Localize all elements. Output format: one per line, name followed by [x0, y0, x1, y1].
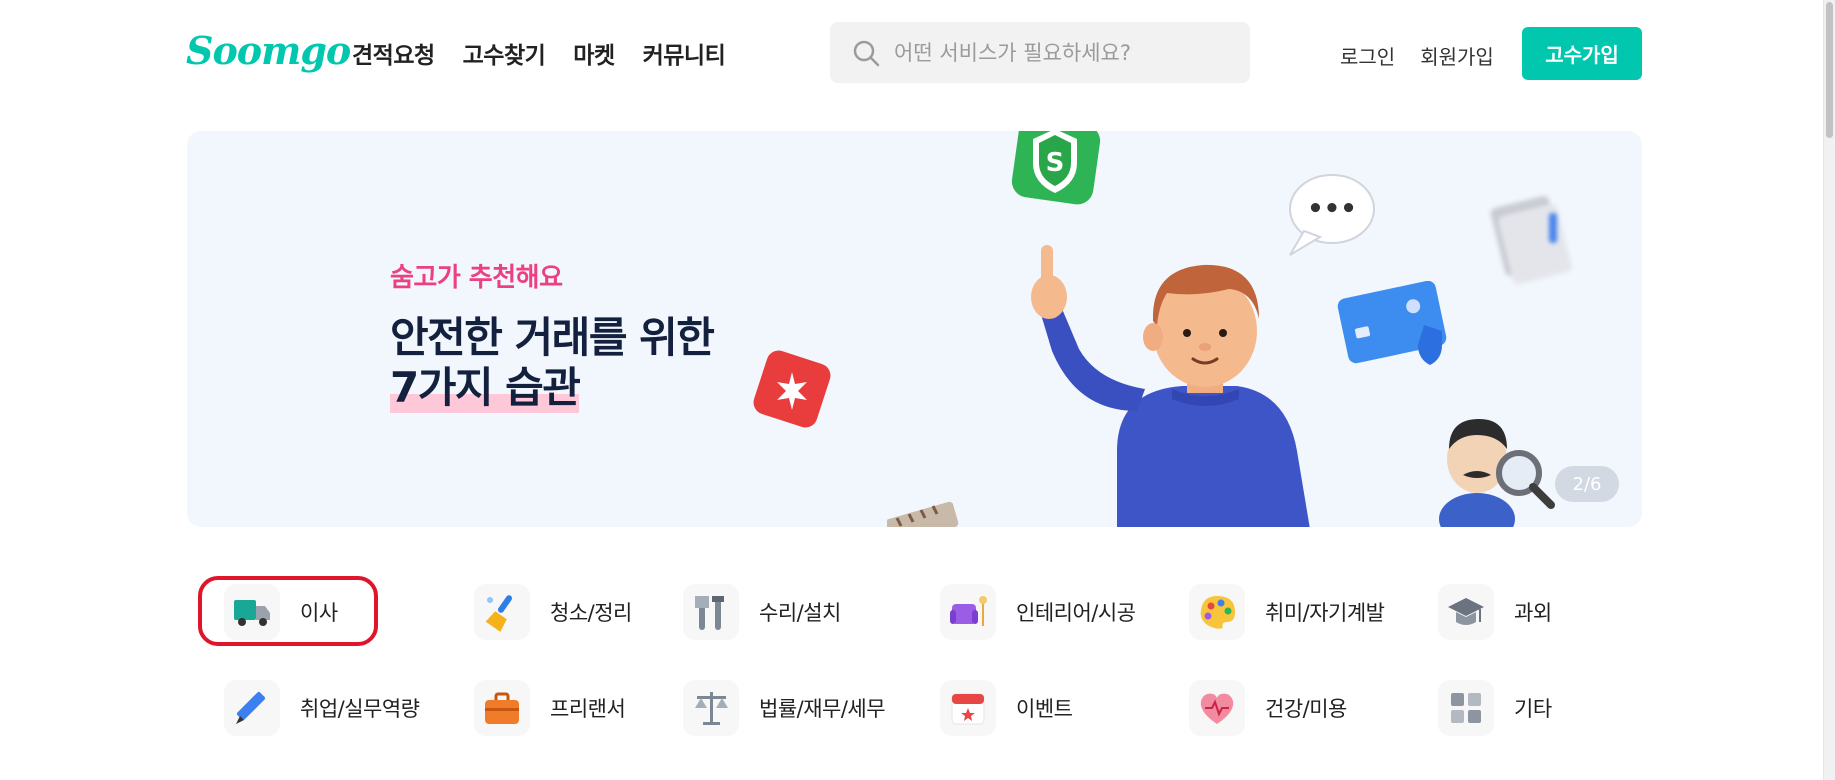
event-calendar-icon	[940, 680, 996, 736]
interior-sofa-icon	[940, 584, 996, 640]
search-input[interactable]	[894, 40, 1224, 65]
site-header: Soomgo 견적요청 고수찾기 마켓 커뮤니티 로그인 회원가입 고수가입	[0, 0, 1823, 110]
category-label: 건강/미용	[1265, 697, 1347, 721]
category-cleaning[interactable]: 청소/정리	[474, 584, 632, 640]
category-label: 법률/재무/세무	[759, 697, 886, 721]
hobby-palette-icon	[1189, 584, 1245, 640]
search-box[interactable]	[830, 22, 1250, 83]
legal-scale-icon	[683, 680, 739, 736]
repair-tools-icon	[683, 584, 739, 640]
main-nav: 견적요청 고수찾기 마켓 커뮤니티	[352, 36, 726, 70]
banner-title-line1: 안전한 거래를 위한	[390, 313, 715, 362]
page-scrollbar[interactable]	[1823, 0, 1835, 780]
nav-market[interactable]: 마켓	[573, 36, 615, 70]
search-icon	[853, 40, 880, 66]
nav-quote-request[interactable]: 견적요청	[352, 36, 435, 70]
pro-signup-button[interactable]: 고수가입	[1522, 27, 1642, 80]
category-hobby[interactable]: 취미/자기계발	[1189, 584, 1385, 640]
highlight-circle	[198, 576, 378, 646]
category-health[interactable]: 건강/미용	[1189, 680, 1347, 736]
category-freelancer[interactable]: 프리랜서	[474, 680, 626, 736]
category-tutoring[interactable]: 과외	[1438, 584, 1552, 640]
red-siren-icon	[747, 346, 837, 440]
category-event[interactable]: 이벤트	[940, 680, 1073, 736]
category-label: 수리/설치	[759, 601, 841, 625]
category-label: 과외	[1514, 601, 1552, 625]
character-illustration	[967, 221, 1367, 527]
career-pencil-icon	[224, 680, 280, 736]
banner-title-line2: 7가지 습관	[390, 363, 581, 413]
category-label: 기타	[1514, 697, 1552, 721]
banner-subtitle: 숨고가 추천해요	[390, 263, 563, 293]
category-interior[interactable]: 인테리어/시공	[940, 584, 1136, 640]
category-etc[interactable]: 기타	[1438, 680, 1552, 736]
cleaning-brush-icon	[474, 584, 530, 640]
category-label: 취미/자기계발	[1265, 601, 1385, 625]
login-link[interactable]: 로그인	[1340, 41, 1395, 70]
nav-community[interactable]: 커뮤니티	[643, 36, 726, 70]
health-heart-icon	[1189, 680, 1245, 736]
soomgo-logo[interactable]: Soomgo	[186, 28, 351, 73]
signup-link[interactable]: 회원가입	[1420, 41, 1494, 70]
document-icon	[1477, 191, 1577, 295]
nav-find-pro[interactable]: 고수찾기	[463, 36, 546, 70]
notebook-icon	[885, 496, 977, 527]
category-label: 청소/정리	[550, 601, 632, 625]
tutoring-cap-icon	[1438, 584, 1494, 640]
shield-letter: S	[1046, 148, 1065, 178]
scrollbar-thumb[interactable]	[1826, 2, 1833, 138]
promo-banner[interactable]: 숨고가 추천해요 안전한 거래를 위한 7가지 습관 S ••• 2/6	[187, 131, 1642, 527]
etc-grid-icon	[1438, 680, 1494, 736]
category-label: 이벤트	[1016, 697, 1073, 721]
category-career[interactable]: 취업/실무역량	[224, 680, 420, 736]
banner-title: 안전한 거래를 위한 7가지 습관	[390, 313, 715, 413]
category-label: 프리랜서	[550, 697, 626, 721]
banner-pager: 2/6	[1555, 466, 1619, 502]
freelancer-briefcase-icon	[474, 680, 530, 736]
category-label: 인테리어/시공	[1016, 601, 1136, 625]
category-repair[interactable]: 수리/설치	[683, 584, 841, 640]
auth-links: 로그인 회원가입	[1340, 41, 1494, 70]
category-label: 취업/실무역량	[300, 697, 420, 721]
shield-app-icon: S	[1007, 131, 1103, 217]
bubble-dots: •••	[1307, 194, 1357, 224]
category-legal[interactable]: 법률/재무/세무	[683, 680, 886, 736]
detective-illustration	[1437, 401, 1557, 527]
